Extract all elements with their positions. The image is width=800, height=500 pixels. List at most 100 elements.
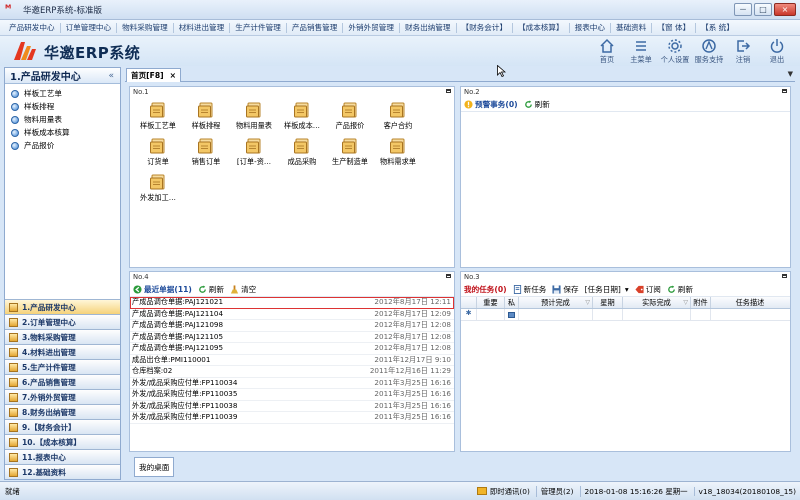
task-date-filter[interactable]: [任务日期] ▾ (585, 284, 629, 295)
menu-item-system[interactable]: 【系 统】 (696, 22, 739, 33)
menu-item-costing[interactable]: 【成本核算】 (513, 22, 569, 33)
cell-task-desc[interactable] (711, 309, 789, 321)
filter-icon[interactable]: ▽ (585, 297, 590, 309)
shortcut-item[interactable]: 客户合约 (374, 101, 422, 131)
table-row-new[interactable]: ✱ (461, 309, 790, 321)
col-header-actual-done[interactable]: 实际完成 ▽ (623, 297, 691, 308)
list-item[interactable]: 产成品调仓单据:PAJ121095 2012年8月17日 12:08 (130, 343, 454, 355)
menu-item-production[interactable]: 生产计件管理 (230, 22, 286, 33)
list-item[interactable]: 产成品调仓单据:PAJ121105 2012年8月17日 12:08 (130, 332, 454, 343)
module-cashier[interactable]: 8.财务出纳管理 (5, 404, 120, 419)
module-costing[interactable]: 10.【成本核算】 (5, 434, 120, 449)
cell-actual-done[interactable] (623, 309, 691, 321)
tab-my-desktop[interactable]: 我的桌面 (134, 457, 175, 477)
logout-button[interactable]: 注销 (726, 38, 760, 65)
list-item[interactable]: 产成品调仓单据:PAJ121104 2012年8月17日 12:09 (130, 309, 454, 320)
menu-item-reports[interactable]: 报表中心 (570, 22, 610, 33)
home-button[interactable]: 首页 (590, 38, 624, 65)
menu-item-window[interactable]: 【窗 体】 (652, 22, 695, 33)
module-production[interactable]: 5.生产计件管理 (5, 359, 120, 374)
list-item[interactable]: 产成品调仓单据:PAJ121021 2012年8月17日 12:11 (130, 297, 454, 309)
tab-home[interactable]: 首页[F8] × (126, 68, 181, 82)
maximize-panel-icon[interactable] (446, 274, 451, 278)
cell-private[interactable] (505, 309, 519, 321)
minimize-button[interactable]: － (734, 3, 752, 16)
sidebar-item-quotation[interactable]: 产品报价 (11, 139, 120, 152)
shortcut-item[interactable]: 销售订单 (182, 137, 230, 167)
list-item[interactable]: 仓库档案:02 2011年12月16日 11:29 (130, 366, 454, 378)
module-product-dev[interactable]: 1.产品研发中心 (5, 299, 120, 314)
cell-attachment[interactable] (691, 309, 711, 321)
close-button[interactable]: × (774, 3, 796, 16)
module-accounting[interactable]: 9.【财务会计】 (5, 419, 120, 434)
recent-docs-button[interactable]: 最近单据(11) (133, 284, 192, 295)
col-header-important[interactable]: 重要 (477, 297, 505, 308)
menu-item-orders[interactable]: 订单管理中心 (61, 22, 117, 33)
module-export[interactable]: 7.外销外贸管理 (5, 389, 120, 404)
service-support-button[interactable]: 服务支持 (692, 38, 726, 65)
menu-item-product-dev[interactable]: 产品研发中心 (4, 22, 60, 33)
shortcut-item[interactable]: 外发加工… (134, 173, 182, 203)
sidebar-item-sample-cost[interactable]: 样板成本核算 (11, 126, 120, 139)
refresh-button[interactable]: 刷新 (198, 284, 224, 295)
shortcut-item[interactable]: 产品报价 (326, 101, 374, 131)
refresh-button[interactable]: 刷新 (667, 284, 693, 295)
tab-scroll-down-icon[interactable]: ▼ (788, 70, 793, 78)
my-tasks-button[interactable]: 我的任务(0) (464, 284, 507, 295)
maximize-panel-icon[interactable] (446, 89, 451, 93)
col-header-expected-done[interactable]: 预计完成 ▽ (519, 297, 593, 308)
module-reports[interactable]: 11.报表中心 (5, 449, 120, 464)
sidebar-item-material-usage[interactable]: 物料用量表 (11, 113, 120, 126)
messenger-button[interactable]: 即时通讯(0) (476, 486, 530, 497)
list-item[interactable]: 外发/成品采购应付单:FP110039 2011年3月25日 16:16 (130, 412, 454, 424)
shortcut-item[interactable]: 订货单 (134, 137, 182, 167)
cell-weekday[interactable] (593, 309, 623, 321)
menu-item-basic-data[interactable]: 基础资料 (611, 22, 651, 33)
shortcut-item[interactable]: 样板排程 (182, 101, 230, 131)
col-header-weekday[interactable]: 星期 (593, 297, 623, 308)
subscribe-button[interactable]: 订阅 (635, 284, 661, 295)
clear-button[interactable]: 清空 (230, 284, 256, 295)
save-button[interactable]: 保存 (552, 284, 579, 295)
tab-close-icon[interactable]: × (170, 71, 176, 80)
menu-item-cashier[interactable]: 财务出纳管理 (400, 22, 456, 33)
cell-expected-done[interactable] (519, 309, 593, 321)
col-header-attachment[interactable]: 附件 (691, 297, 711, 308)
menu-item-sales[interactable]: 产品销售管理 (287, 22, 343, 33)
shortcut-item[interactable]: 物料用量表 (230, 101, 278, 131)
module-basic-data[interactable]: 12.基础资料 (5, 464, 120, 479)
shortcut-item[interactable]: 物料需求单 (374, 137, 422, 167)
alert-events-button[interactable]: 预警事务(0) (464, 99, 518, 110)
filter-icon[interactable]: ▽ (683, 297, 688, 309)
col-header-task-desc[interactable]: 任务描述 (711, 297, 789, 308)
exit-button[interactable]: 退出 (760, 38, 794, 65)
menu-item-export[interactable]: 外销外贸管理 (343, 22, 399, 33)
sidebar-item-sample-schedule[interactable]: 样板排程 (11, 100, 120, 113)
menu-item-accounting[interactable]: 【财务会计】 (457, 22, 513, 33)
col-header-private[interactable]: 私 (505, 297, 519, 308)
cell-important[interactable] (477, 309, 505, 321)
refresh-button[interactable]: 刷新 (524, 99, 550, 110)
menu-item-purchasing[interactable]: 物料采购管理 (117, 22, 173, 33)
list-item[interactable]: 外发/成品采购应付单:FP110034 2011年3月25日 16:16 (130, 378, 454, 389)
module-sales[interactable]: 6.产品销售管理 (5, 374, 120, 389)
personal-settings-button[interactable]: 个人设置 (658, 38, 692, 65)
shortcut-item[interactable]: 生产制造单 (326, 137, 374, 167)
shortcut-item[interactable]: 样板工艺单 (134, 101, 182, 131)
new-task-button[interactable]: 新任务 (513, 284, 546, 295)
shortcut-item[interactable]: 成品采购 (278, 137, 326, 167)
list-item[interactable]: 外发/成品采购应付单:FP110035 2011年3月25日 16:16 (130, 389, 454, 401)
list-item[interactable]: 成品出仓单:PMI110001 2011年12月17日 9:10 (130, 355, 454, 366)
module-purchasing[interactable]: 3.物料采购管理 (5, 329, 120, 344)
module-materials[interactable]: 4.材料进出管理 (5, 344, 120, 359)
maximize-button[interactable]: □ (754, 3, 772, 16)
maximize-panel-icon[interactable] (782, 274, 787, 278)
shortcut-item[interactable]: 样板成本… (278, 101, 326, 131)
main-menu-button[interactable]: 主菜单 (624, 38, 658, 65)
menu-item-materials[interactable]: 材料进出管理 (174, 22, 230, 33)
list-item[interactable]: 产成品调仓单据:PAJ121098 2012年8月17日 12:08 (130, 320, 454, 332)
list-item[interactable]: 外发/成品采购应付单:FP110038 2011年3月25日 16:16 (130, 401, 454, 412)
sidebar-item-sample-process[interactable]: 样板工艺单 (11, 87, 120, 100)
module-orders[interactable]: 2.订单管理中心 (5, 314, 120, 329)
collapse-icon[interactable]: « (108, 71, 114, 81)
